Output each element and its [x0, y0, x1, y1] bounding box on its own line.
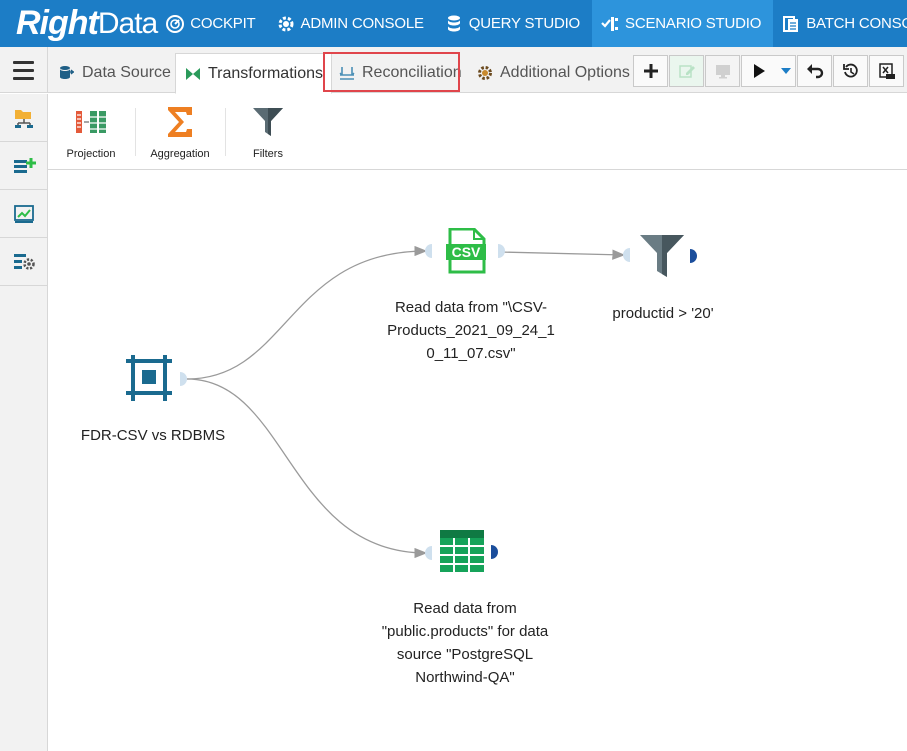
- connector-scenario-to-db: [186, 378, 428, 559]
- sidebar-add-table-button[interactable]: [0, 142, 47, 190]
- gear-icon: [278, 16, 294, 31]
- datasource-icon: [60, 66, 75, 79]
- projection-icon: [76, 111, 106, 133]
- history-button[interactable]: [833, 55, 868, 87]
- funnel-icon: [253, 108, 283, 136]
- sigma-icon: [168, 107, 192, 137]
- dropdown-icon: [780, 68, 791, 74]
- table-icon: [440, 530, 484, 572]
- tab-data-source[interactable]: Data Source: [50, 53, 179, 93]
- logo-text-right: Right: [16, 4, 99, 42]
- connector-csv-to-filter: [499, 249, 626, 260]
- filter-input-port[interactable]: [622, 247, 632, 263]
- palette-filters-label: Filters: [253, 148, 283, 160]
- nav-admin-console[interactable]: ADMIN CONSOLE: [268, 0, 436, 47]
- nav-batch-console[interactable]: BATCH CONSOLE: [773, 0, 907, 47]
- run-dropdown-button[interactable]: [776, 55, 796, 87]
- csv-label-line-3: 0_11_07.csv": [426, 345, 516, 362]
- csv-node[interactable]: CSV: [444, 227, 488, 274]
- excel-icon: [878, 63, 895, 79]
- logo-text-data: Data: [97, 6, 158, 40]
- palette-projection-label: Projection: [66, 148, 116, 160]
- left-sidebar: [0, 94, 48, 751]
- edit-button[interactable]: [669, 55, 704, 87]
- undo-button[interactable]: [797, 55, 832, 87]
- db-input-port[interactable]: [424, 545, 434, 561]
- play-icon: [754, 64, 765, 78]
- funnel-icon: [640, 235, 684, 277]
- csv-label-line-1: Read data from "\CSV-: [394, 299, 548, 316]
- palette-filters[interactable]: Filters: [225, 104, 311, 166]
- undo-icon: [806, 64, 823, 79]
- reconciliation-icon: [339, 67, 355, 80]
- batch-icon: [783, 15, 799, 32]
- palette-projection[interactable]: Projection: [48, 104, 134, 166]
- csv-file-icon: CSV: [446, 227, 486, 274]
- gear-icon: [478, 66, 492, 80]
- filter-output-port[interactable]: [688, 248, 698, 264]
- db-label-line-2: "public.products" for data: [381, 623, 549, 640]
- add-button[interactable]: [633, 55, 668, 87]
- gauge-icon: [166, 14, 185, 33]
- csv-icon-text: CSV: [452, 244, 481, 260]
- history-icon: [842, 63, 858, 78]
- tab-transformations[interactable]: Transformations: [175, 53, 332, 94]
- csv-input-port[interactable]: [424, 243, 434, 259]
- sidebar-folder-button[interactable]: [0, 94, 47, 142]
- db-output-port[interactable]: [489, 544, 499, 560]
- scenario-node[interactable]: [126, 355, 176, 401]
- palette-aggregation-label: Aggregation: [150, 148, 210, 160]
- add-table-icon: [13, 157, 36, 173]
- csv-label-line-2: Products_2021_09_24_1: [387, 322, 555, 339]
- sidebar-chart-button[interactable]: [0, 190, 47, 238]
- nav-cockpit-label: COCKPIT: [190, 15, 256, 32]
- db-label-line-4: Northwind-QA": [415, 669, 515, 686]
- monitor-icon: [715, 65, 730, 79]
- palette-aggregation[interactable]: Aggregation: [137, 104, 223, 166]
- sidebar-settings-button[interactable]: [0, 238, 47, 286]
- top-navigation: Right Data COCKPIT ADMIN CONSOLE QUERY ST…: [0, 0, 907, 47]
- scenario-node-label: FDR-CSV vs RDBMS: [80, 427, 226, 444]
- settings-tree-icon: [13, 253, 35, 270]
- scenario-output-port[interactable]: [178, 371, 188, 387]
- scenario-canvas[interactable]: FDR-CSV vs RDBMS CSV Read data from "\CS…: [48, 171, 907, 751]
- db-label-line-3: source "PostgreSQL: [396, 646, 534, 663]
- edit-icon: [678, 65, 695, 78]
- nav-scenario-studio-label: SCENARIO STUDIO: [625, 15, 762, 32]
- monitor-button[interactable]: [705, 55, 740, 87]
- menu-icon[interactable]: [0, 47, 48, 93]
- app-logo[interactable]: Right Data: [0, 0, 158, 47]
- filter-node[interactable]: [638, 233, 686, 279]
- add-icon: [643, 64, 658, 78]
- chart-icon: [13, 204, 34, 223]
- scenario-node-icon: [126, 355, 172, 401]
- transform-icon: [186, 67, 200, 80]
- database-icon: [447, 15, 460, 31]
- filter-node-label: productid > '20': [612, 305, 714, 322]
- nav-query-studio[interactable]: QUERY STUDIO: [436, 0, 592, 47]
- run-button[interactable]: [741, 55, 777, 87]
- csv-node-label: Read data from "\CSV- Products_2021_09_2…: [366, 296, 576, 365]
- scenario-icon: [601, 16, 619, 31]
- tab-additional-options-label: Additional Options: [500, 64, 630, 81]
- nav-batch-console-label: BATCH CONSOLE: [806, 15, 907, 32]
- tab-additional-options[interactable]: Additional Options: [468, 53, 638, 93]
- nav-scenario-studio[interactable]: SCENARIO STUDIO: [592, 0, 774, 47]
- db-table-node[interactable]: [439, 529, 485, 573]
- export-button[interactable]: [869, 55, 904, 87]
- tab-data-source-label: Data Source: [82, 64, 171, 81]
- transformation-palette: Projection Aggregation Filters: [48, 94, 907, 170]
- csv-output-port[interactable]: [496, 243, 506, 259]
- nav-query-studio-label: QUERY STUDIO: [468, 15, 581, 32]
- nav-cockpit[interactable]: COCKPIT: [157, 0, 267, 47]
- nav-admin-console-label: ADMIN CONSOLE: [300, 15, 424, 32]
- tab-transformations-label: Transformations: [208, 64, 323, 82]
- db-node-label: Read data from "public.products" for dat…: [355, 597, 575, 689]
- folder-tree-icon: [14, 109, 33, 128]
- db-label-line-1: Read data from: [413, 600, 517, 617]
- tab-reconciliation-label: Reconciliation: [362, 64, 462, 81]
- tab-reconciliation[interactable]: Reconciliation: [330, 53, 470, 93]
